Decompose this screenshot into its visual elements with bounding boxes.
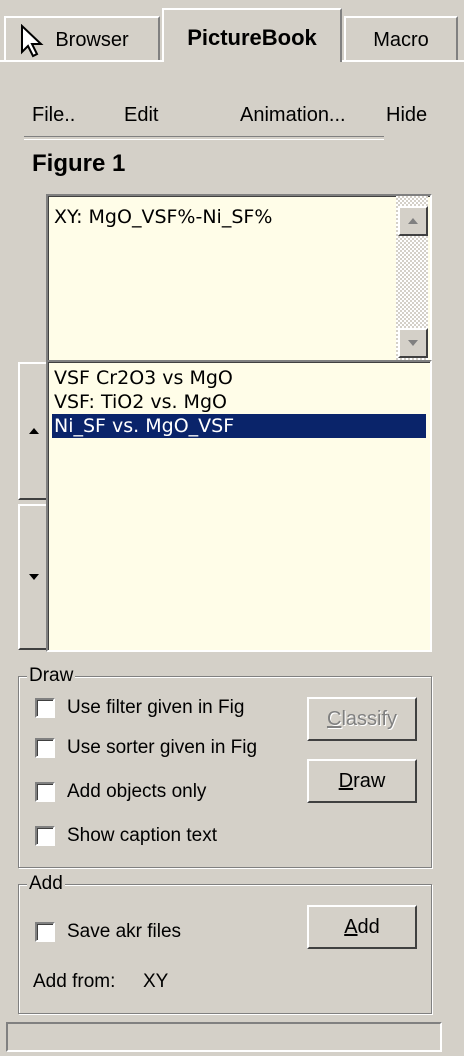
draw-group-label: Draw <box>27 664 76 688</box>
checkbox-label: Show caption text <box>67 825 217 846</box>
checkbox-label: Save akr files <box>67 921 182 942</box>
add-group: Add Save akr files Add Add from: XY <box>18 872 432 1014</box>
add-group-label: Add <box>27 872 65 896</box>
show-caption-checkbox[interactable]: Show caption text <box>35 821 217 851</box>
save-akr-checkbox[interactable]: Save akr files <box>35 917 181 947</box>
add-button[interactable]: Add <box>307 905 417 949</box>
plot-list[interactable]: VSF Cr2O3 vs MgO VSF: TiO2 vs. MgO Ni_SF… <box>46 360 432 652</box>
checkbox-box[interactable] <box>35 782 55 802</box>
use-sorter-checkbox[interactable]: Use sorter given in Fig <box>35 733 257 763</box>
tab-browser-label: Browser <box>55 29 129 51</box>
list-item[interactable]: VSF: TiO2 vs. MgO <box>52 390 426 414</box>
list-item-selected[interactable]: Ni_SF vs. MgO_VSF <box>52 414 426 438</box>
checkbox-box[interactable] <box>35 826 55 846</box>
scroll-up-button[interactable] <box>398 206 428 236</box>
menu-edit[interactable]: Edit <box>124 100 158 130</box>
menu-separator <box>24 136 384 140</box>
figure-description-box[interactable]: XY: MgO_VSF%-Ni_SF% <box>46 194 432 368</box>
tab-picturebook[interactable]: PictureBook <box>162 8 342 62</box>
tab-macro[interactable]: Macro <box>344 16 458 60</box>
draw-label-rest: raw <box>353 769 386 792</box>
draw-mnemonic: D <box>338 769 354 792</box>
classify-mnemonic: C <box>326 707 342 730</box>
tab-browser[interactable]: Browser <box>4 16 160 60</box>
menu-animation[interactable]: Animation... <box>240 100 346 130</box>
figure-title: Figure 1 <box>32 150 126 177</box>
add-objects-only-checkbox[interactable]: Add objects only <box>35 777 206 807</box>
add-label-rest: dd <box>357 915 380 938</box>
arrow-up-icon <box>29 428 39 434</box>
draw-group: Draw Use filter given in Fig Use sorter … <box>18 664 432 868</box>
cursor-arrow-icon <box>20 23 46 74</box>
scroll-down-button[interactable] <box>398 328 428 358</box>
triangle-down-icon <box>408 340 418 346</box>
add-mnemonic: A <box>344 915 358 938</box>
menu-file[interactable]: File.. <box>32 100 75 130</box>
classify-label-rest: lassify <box>341 707 398 730</box>
status-bar <box>6 1022 442 1052</box>
checkbox-box[interactable] <box>35 922 55 942</box>
checkbox-label: Add objects only <box>67 781 207 802</box>
figure-description-text: XY: MgO_VSF%-Ni_SF% <box>54 206 273 228</box>
menu-hide[interactable]: Hide <box>386 100 427 130</box>
classify-button[interactable]: Classify <box>307 697 417 741</box>
draw-button[interactable]: Draw <box>307 759 417 803</box>
add-from-value: XY <box>143 971 169 992</box>
tab-macro-label: Macro <box>373 29 429 51</box>
use-filter-checkbox[interactable]: Use filter given in Fig <box>35 693 244 723</box>
arrow-down-icon <box>29 574 39 580</box>
checkbox-label: Use sorter given in Fig <box>67 737 258 758</box>
tab-picturebook-label: PictureBook <box>187 25 317 50</box>
checkbox-box[interactable] <box>35 738 55 758</box>
checkbox-label: Use filter given in Fig <box>67 697 245 718</box>
triangle-up-icon <box>408 218 418 224</box>
add-from-label: Add from: <box>33 971 116 992</box>
list-item[interactable]: VSF Cr2O3 vs MgO <box>52 366 426 390</box>
checkbox-box[interactable] <box>35 698 55 718</box>
